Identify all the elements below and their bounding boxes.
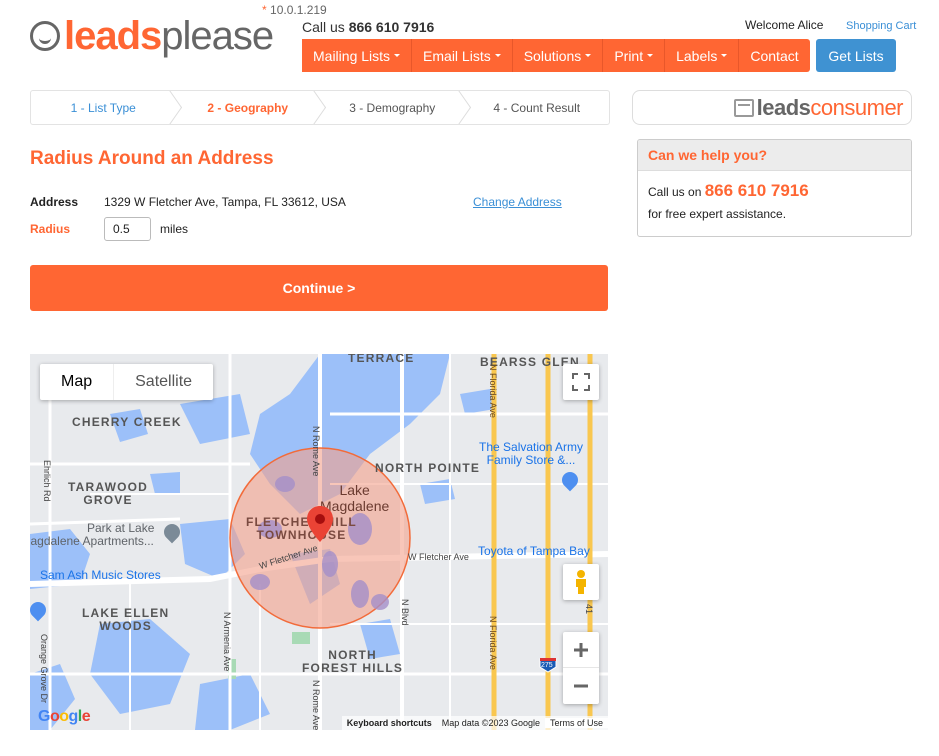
lake	[250, 574, 270, 590]
plus-icon	[574, 642, 588, 657]
road-label-rome-ave: N Rome Ave	[311, 680, 321, 730]
wizard-steps: 1 - List Type 2 - Geography 3 - Demograp…	[30, 90, 610, 125]
label-salvation-army[interactable]: The Salvation Army Family Store &...	[479, 441, 583, 467]
step-demography[interactable]: 3 - Demography	[320, 91, 465, 124]
help-title: Can we help you?	[638, 140, 911, 171]
lake	[195, 674, 270, 730]
caret-down-icon	[721, 54, 728, 57]
minus-icon	[574, 684, 588, 687]
radius-label: Radius	[30, 222, 71, 236]
continue-button[interactable]: Continue >	[30, 265, 608, 311]
get-lists-button[interactable]: Get Lists	[816, 39, 896, 72]
fullscreen-icon	[572, 373, 590, 391]
lake	[351, 580, 369, 608]
help-phone: 866 610 7916	[704, 181, 809, 200]
nav-mailing-lists[interactable]: Mailing Lists	[302, 39, 413, 72]
road-label-i275: 275	[541, 662, 553, 669]
label-north-pointe: NORTH POINTE	[375, 461, 481, 475]
keyboard-shortcuts-link[interactable]: Keyboard shortcuts	[342, 718, 437, 728]
main-nav: Mailing Lists Email Lists Solutions Prin…	[302, 39, 810, 72]
map[interactable]: TERRACE BEARSS GLEN CHERRY CREEK TARAWOO…	[30, 354, 608, 730]
map-data-text: Map data ©2023 Google	[441, 718, 540, 728]
help-box: Can we help you? Call us on 866 610 7916…	[637, 139, 912, 237]
nav-solutions[interactable]: Solutions	[513, 39, 604, 72]
ip-address: * 10.0.1.219	[262, 3, 327, 17]
nav-print[interactable]: Print	[603, 39, 666, 72]
fullscreen-button[interactable]	[563, 364, 599, 400]
leadsplease-logo[interactable]: leadsplease	[30, 14, 274, 58]
smile-icon	[30, 21, 60, 51]
label-cherry-creek: CHERRY CREEK	[72, 415, 182, 429]
road-label-florida-ave: N Florida Ave	[488, 364, 498, 418]
radius-input[interactable]	[104, 217, 151, 241]
map-type-control: Map Satellite	[40, 364, 214, 400]
road-label-us41: 41	[584, 604, 594, 615]
pegman-icon	[576, 570, 586, 594]
page-title: Radius Around an Address	[30, 148, 274, 169]
lake	[371, 594, 389, 610]
logo-please: please	[161, 14, 274, 58]
label-north-forest-hills: NORTH FOREST HILLS	[302, 648, 404, 675]
map-attribution: Keyboard shortcuts Map data ©2023 Google…	[341, 716, 608, 730]
street-view-button[interactable]	[563, 564, 599, 600]
change-address-link[interactable]: Change Address	[473, 195, 562, 209]
label-tarawood-grove: TARAWOOD GROVE	[68, 480, 149, 507]
step-count-result[interactable]: 4 - Count Result	[465, 91, 610, 124]
nav-email-lists[interactable]: Email Lists	[412, 39, 513, 72]
road-label-florida-ave: N Florida Ave	[488, 616, 498, 670]
lake	[275, 476, 295, 492]
label-fletcher-mill-townhouse: FLETCHER MILL TOWNHOUSE	[246, 515, 357, 542]
terms-link[interactable]: Terms of Use	[544, 718, 608, 728]
address-label: Address	[30, 195, 79, 209]
step-list-type[interactable]: 1 - List Type	[31, 91, 176, 124]
caret-down-icon	[647, 54, 654, 57]
address-value: 1329 W Fletcher Ave, Tampa, FL 33612, US…	[104, 195, 346, 209]
road-label-ehrlich-rd: Ehrlich Rd	[42, 460, 52, 502]
caret-down-icon	[494, 54, 501, 57]
label-lake-ellen-woods: LAKE ELLEN WOODS	[82, 606, 170, 633]
zoom-control	[563, 632, 599, 704]
caret-down-icon	[394, 54, 401, 57]
caret-down-icon	[585, 54, 592, 57]
card-icon	[733, 98, 754, 117]
lake	[150, 472, 180, 494]
park	[292, 632, 310, 644]
nav-labels[interactable]: Labels	[665, 39, 740, 72]
location-marker-icon[interactable]	[307, 506, 333, 542]
leadsconsumer-banner[interactable]: leadsconsumer	[632, 90, 912, 125]
road-label-n-blvd: N Blvd	[400, 599, 410, 626]
road-label-fletcher-ave: W Fletcher Ave	[408, 552, 469, 562]
map-type-satellite-button[interactable]: Satellite	[114, 364, 213, 400]
header-call-us: Call us 866 610 7916	[302, 19, 435, 35]
road-label-orange-grove: Orange Grove Dr	[39, 634, 49, 704]
shopping-cart-link[interactable]: Shopping Cart	[846, 20, 916, 32]
lake	[90, 619, 190, 714]
map-type-map-button[interactable]: Map	[40, 364, 115, 400]
header-phone: 866 610 7916	[348, 19, 435, 35]
label-sam-ash[interactable]: Sam Ash Music Stores	[40, 569, 161, 582]
google-logo[interactable]: Google	[38, 708, 91, 726]
logo-leads: leads	[64, 14, 162, 58]
label-terrace: TERRACE	[348, 354, 415, 365]
step-geography[interactable]: 2 - Geography	[176, 91, 321, 124]
label-toyota[interactable]: Toyota of Tampa Bay	[478, 545, 590, 558]
lake	[322, 551, 338, 577]
road-label-rome-ave: N Rome Ave	[311, 426, 321, 477]
zoom-in-button[interactable]	[563, 633, 599, 668]
nav-contact[interactable]: Contact	[739, 39, 809, 72]
road-label-armenia-ave: N Armenia Ave	[222, 612, 232, 672]
radius-unit: miles	[160, 222, 189, 236]
zoom-out-button[interactable]	[563, 668, 599, 704]
welcome-text: Welcome Alice	[745, 18, 824, 32]
label-park-at-lake[interactable]: Park at Lake agdalene Apartments...	[30, 522, 154, 548]
lake	[180, 394, 250, 444]
